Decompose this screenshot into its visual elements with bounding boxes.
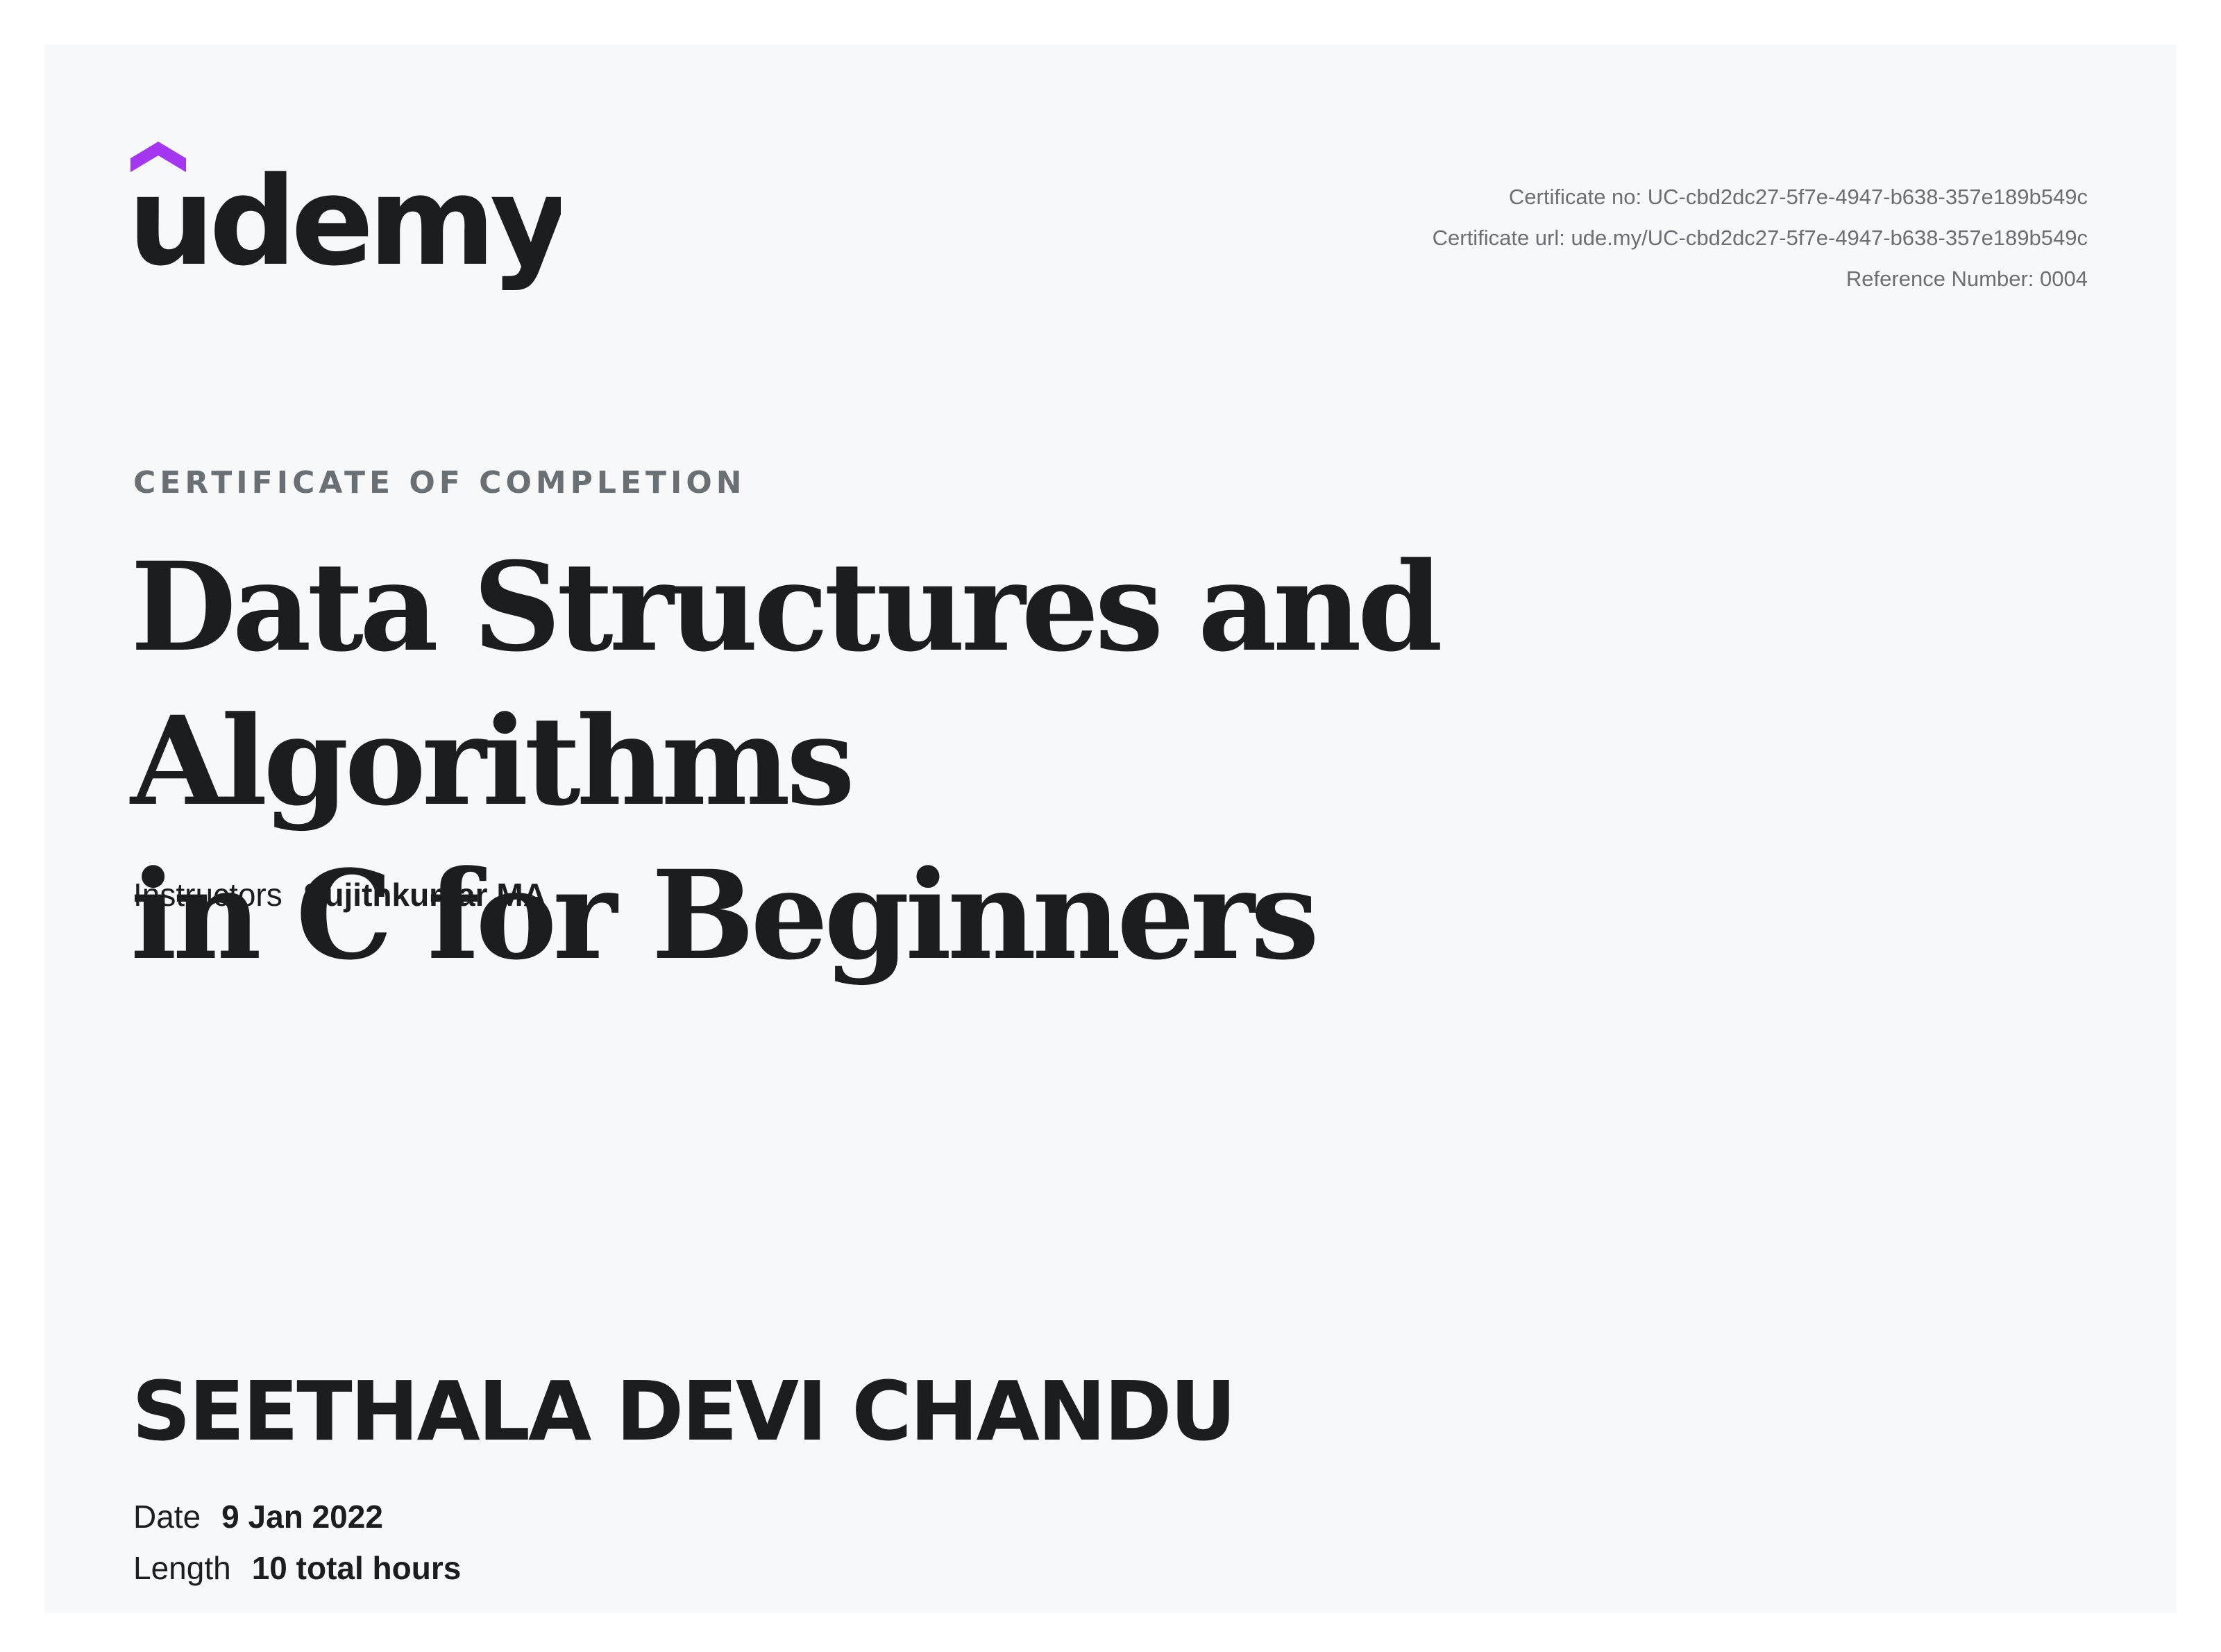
course-title-line-2: in C for Beginners xyxy=(130,843,1319,987)
logo-wordmark: udemy xyxy=(130,151,561,293)
student-name: SEETHALA DEVI CHANDU xyxy=(132,1363,1236,1459)
udemy-logo: udemy xyxy=(130,142,561,293)
certificate-url: Certificate url: ude.my/UC-cbd2dc27-5f7e… xyxy=(1432,226,2088,250)
length-label: Length xyxy=(133,1550,231,1586)
instructors-row: Instructors Sujithkumar MA xyxy=(133,876,546,913)
date-label: Date xyxy=(133,1499,201,1535)
certificate-meta: Certificate no: UC-cbd2dc27-5f7e-4947-b6… xyxy=(1433,176,2088,299)
certificate-card: udemy Certificate no: UC-cbd2dc27-5f7e-4… xyxy=(44,44,2177,1613)
reference-number: Reference Number: 0004 xyxy=(1846,267,2088,291)
course-title: Data Structures and Algorithms in C for … xyxy=(130,530,2157,993)
instructors-value: Sujithkumar MA xyxy=(303,877,546,913)
course-title-line-1: Data Structures and Algorithms xyxy=(130,535,1443,833)
certificate-number: Certificate no: UC-cbd2dc27-5f7e-4947-b6… xyxy=(1508,185,2088,209)
instructors-label: Instructors xyxy=(133,877,282,913)
date-row: Date 9 Jan 2022 xyxy=(133,1498,383,1535)
certificate-of-completion-label: CERTIFICATE OF COMPLETION xyxy=(133,465,746,500)
length-row: Length 10 total hours xyxy=(133,1549,461,1587)
length-value: 10 total hours xyxy=(251,1550,462,1586)
date-value: 9 Jan 2022 xyxy=(221,1499,383,1535)
